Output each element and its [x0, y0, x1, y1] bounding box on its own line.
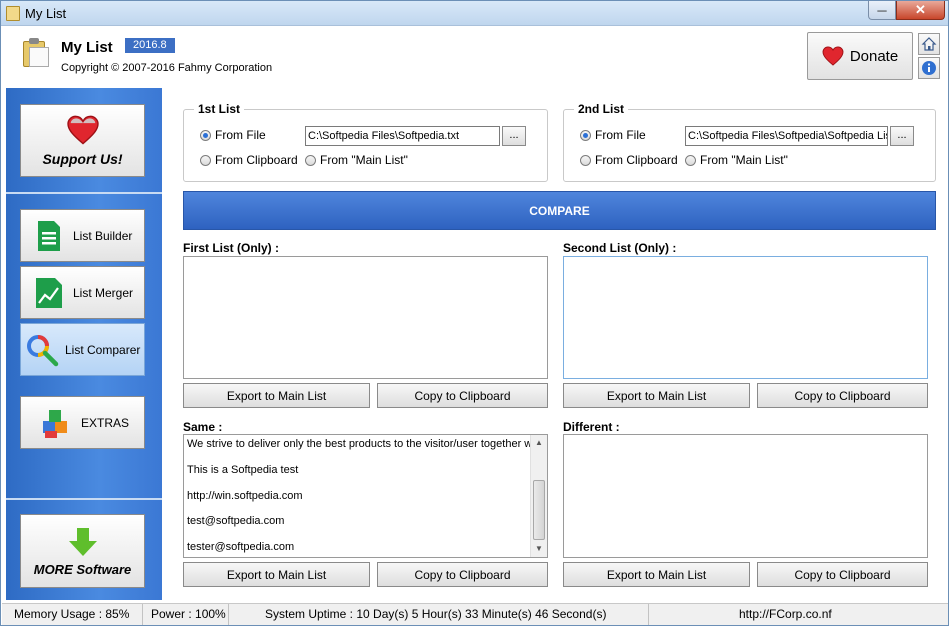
first-file-path-input[interactable]: C:\Softpedia Files\Softpedia.txt	[305, 126, 500, 146]
radio-label: From "Main List"	[700, 153, 788, 167]
close-icon: ✕	[915, 2, 926, 17]
same-label: Same :	[183, 420, 223, 434]
sidebar-item-list-builder[interactable]: List Builder	[20, 209, 145, 262]
sidebar-item-label: List Merger	[73, 285, 134, 300]
first-from-clipboard-radio[interactable]: From Clipboard	[200, 153, 298, 167]
cubes-icon	[43, 409, 67, 438]
different-copy-button[interactable]: Copy to Clipboard	[757, 562, 928, 587]
system-uptime: System Uptime : 10 Day(s) 5 Hour(s) 33 M…	[229, 604, 649, 625]
clipboard-icon	[6, 6, 20, 21]
window-title: My List	[25, 6, 67, 21]
second-only-listbox[interactable]	[563, 256, 928, 379]
first-only-copy-button[interactable]: Copy to Clipboard	[377, 383, 548, 408]
sidebar-item-list-comparer[interactable]: List Comparer	[20, 323, 145, 376]
second-only-export-button[interactable]: Export to Main List	[563, 383, 750, 408]
sidebar: Support Us! List Builder List Merger Lis…	[6, 88, 162, 600]
radio-unselected	[200, 154, 211, 166]
clipboard-logo-icon	[21, 38, 51, 68]
magnifier-icon	[27, 334, 59, 366]
sidebar-item-list-merger[interactable]: List Merger	[20, 266, 145, 319]
radio-selected	[200, 129, 211, 141]
heart-icon	[822, 46, 844, 66]
same-copy-button[interactable]: Copy to Clipboard	[377, 562, 548, 587]
version-badge: 2016.8	[125, 38, 175, 53]
info-icon	[922, 61, 936, 75]
chart-icon	[36, 277, 62, 308]
second-from-main-list-radio[interactable]: From "Main List"	[685, 153, 788, 167]
radio-label: From Clipboard	[215, 153, 298, 167]
radio-label: From Clipboard	[595, 153, 678, 167]
different-export-button[interactable]: Export to Main List	[563, 562, 750, 587]
sidebar-item-label: List Builder	[73, 228, 133, 243]
status-bar: Memory Usage : 85% Power : 100% System U…	[2, 603, 948, 625]
more-software-label: MORE Software	[33, 561, 132, 577]
first-only-export-button[interactable]: Export to Main List	[183, 383, 370, 408]
second-from-clipboard-radio[interactable]: From Clipboard	[580, 153, 678, 167]
first-from-main-list-radio[interactable]: From "Main List"	[305, 153, 408, 167]
list-item: test@softpedia.com	[187, 515, 285, 527]
same-scrollbar[interactable]: ▲ ▼	[530, 435, 547, 557]
sheet-icon	[38, 220, 60, 251]
first-only-listbox[interactable]	[183, 256, 548, 379]
close-button[interactable]: ✕	[896, 1, 945, 20]
support-us-label: Support Us!	[42, 150, 123, 167]
second-list-group: 2nd List From File From Clipboard From "…	[563, 102, 936, 182]
first-browse-button[interactable]: ...	[502, 126, 526, 146]
header: My List 2016.8 Copyright © 2007-2016 Fah…	[2, 26, 948, 88]
second-from-file-radio[interactable]: From File	[580, 128, 646, 142]
radio-label: From File	[215, 128, 266, 142]
support-us-button[interactable]: Support Us!	[20, 104, 145, 177]
copyright-text: Copyright © 2007-2016 Fahmy Corporation	[61, 62, 273, 74]
minimize-icon: ─	[877, 2, 887, 18]
info-button[interactable]	[918, 57, 940, 79]
home-icon	[921, 37, 937, 51]
heart-icon	[66, 115, 99, 145]
list-item: This is a Softpedia test	[187, 464, 299, 476]
download-arrow-icon	[68, 527, 97, 556]
first-list-group: 1st List From File From Clipboard From "…	[183, 102, 548, 182]
memory-usage: Memory Usage : 85%	[6, 604, 143, 625]
different-listbox[interactable]	[563, 434, 928, 558]
same-export-button[interactable]: Export to Main List	[183, 562, 370, 587]
more-software-button[interactable]: MORE Software	[20, 514, 145, 588]
radio-unselected	[305, 154, 316, 166]
list-item: tester@softpedia.com	[187, 541, 295, 553]
home-button[interactable]	[918, 33, 940, 55]
first-list-title: 1st List	[194, 102, 245, 116]
scroll-thumb[interactable]	[533, 480, 545, 540]
title-bar: My List ─ ✕	[1, 1, 948, 26]
donate-label: Donate	[849, 47, 899, 65]
sidebar-item-label: List Comparer	[65, 342, 141, 357]
app-name: My List	[61, 39, 113, 56]
radio-unselected	[580, 154, 591, 166]
second-browse-button[interactable]: ...	[890, 126, 914, 146]
power-status: Power : 100%	[143, 604, 229, 625]
minimize-button[interactable]: ─	[868, 1, 896, 20]
scroll-down-icon[interactable]: ▼	[531, 541, 547, 557]
second-list-title: 2nd List	[574, 102, 629, 116]
radio-label: From "Main List"	[320, 153, 408, 167]
different-label: Different :	[563, 420, 620, 434]
donate-button[interactable]: Donate	[807, 32, 913, 80]
second-only-label: Second List (Only) :	[563, 241, 677, 255]
compare-button[interactable]: COMPARE	[183, 191, 936, 230]
first-only-label: First List (Only) :	[183, 241, 279, 255]
radio-label: From File	[595, 128, 646, 142]
scroll-up-icon[interactable]: ▲	[531, 435, 547, 451]
website-link[interactable]: http://FCorp.co.nf	[649, 604, 944, 625]
first-from-file-radio[interactable]: From File	[200, 128, 266, 142]
radio-selected	[580, 129, 591, 141]
second-file-path-input[interactable]: C:\Softpedia Files\Softpedia\Softpedia L…	[685, 126, 888, 146]
sidebar-item-label: EXTRAS	[81, 415, 130, 430]
list-item: http://win.softpedia.com	[187, 490, 303, 502]
second-only-copy-button[interactable]: Copy to Clipboard	[757, 383, 928, 408]
list-item: We strive to deliver only the best produ…	[187, 438, 544, 450]
sidebar-item-extras[interactable]: EXTRAS	[20, 396, 145, 449]
same-listbox[interactable]: We strive to deliver only the best produ…	[183, 434, 548, 558]
radio-unselected	[685, 154, 696, 166]
app-window: My List ─ ✕ My List 2016.8 Copyright © 2…	[0, 0, 949, 626]
